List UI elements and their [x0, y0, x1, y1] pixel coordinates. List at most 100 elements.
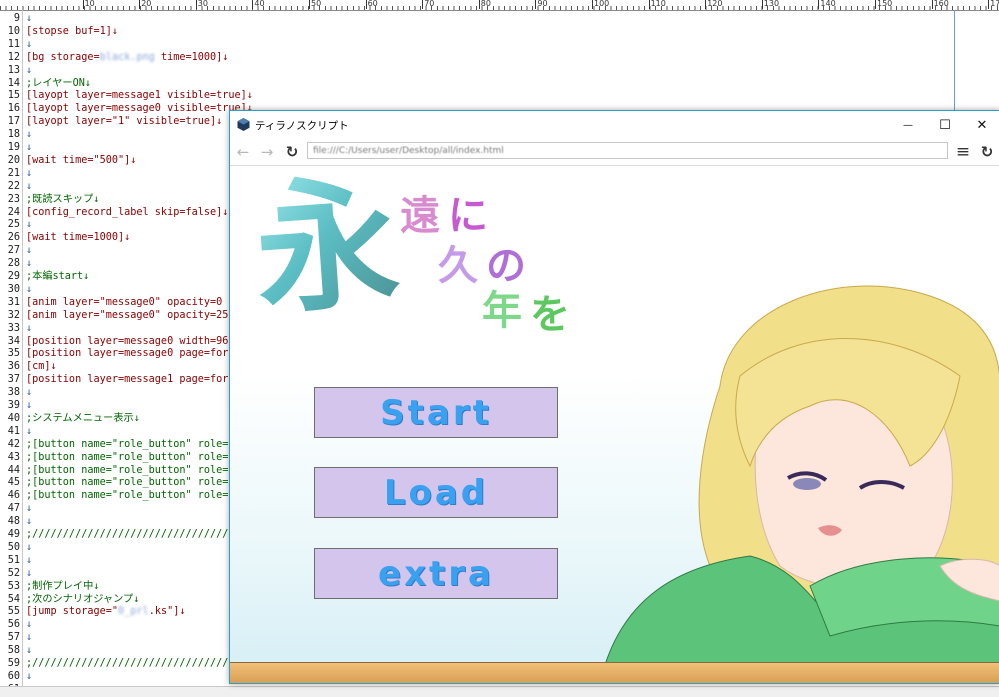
- window-title: ティラノスクリプト: [255, 120, 349, 132]
- back-button[interactable]: ←: [232, 142, 254, 162]
- code-segment: [config_record_label skip=false]↓: [26, 206, 229, 218]
- logo-glyph: 遠: [400, 192, 440, 239]
- code-segment: [anim layer="message0" opacity=0 time: [26, 296, 253, 308]
- code-segment: [wait time=1000]↓: [26, 232, 131, 244]
- logo-main-glyph: 永: [250, 166, 404, 335]
- code-segment: ;[button name="role_button" role="aut: [26, 477, 253, 489]
- code-segment: ;本編start↓: [26, 271, 90, 282]
- close-icon: ✕: [976, 117, 988, 133]
- ruler-tick: 110: [648, 0, 666, 9]
- code-text: ↓: [26, 141, 32, 154]
- line-number: 17: [7, 116, 20, 128]
- code-segment: ;次のシナリオジャンプ↓: [26, 593, 140, 605]
- logo-glyph: 年: [482, 287, 522, 334]
- code-text: [jump storage="0_prl.ks"]↓: [26, 605, 186, 618]
- title-bar[interactable]: ティラノスクリプト — ☐ ✕: [230, 111, 999, 139]
- code-segment: ;[button name="role_button" role="sav: [26, 438, 253, 450]
- line-number: 28: [7, 258, 20, 270]
- code-segment: ↓: [26, 245, 33, 257]
- line-number: 46: [7, 490, 20, 502]
- code-segment: ↓: [26, 400, 33, 411]
- address-text: file:///C:/Users/user/Desktop/all/index.…: [313, 146, 504, 156]
- line-number: 12: [7, 51, 20, 63]
- tyrano-window[interactable]: ティラノスクリプト — ☐ ✕ ← → ↻ file:///C:/Users/u…: [229, 110, 999, 684]
- code-text: ;システムメニュー表示↓: [26, 412, 140, 425]
- arrow-left-icon: ←: [236, 143, 250, 161]
- code-segment: [jump storage=": [26, 606, 119, 618]
- reload-icon: ↻: [980, 143, 994, 161]
- code-segment: ;制作プレイ中↓: [26, 580, 100, 592]
- ruler-tick: 160: [931, 0, 949, 9]
- ruler-tick: 150: [875, 0, 893, 9]
- line-number: 42: [7, 438, 20, 450]
- load-button[interactable]: Load: [314, 467, 558, 518]
- line-number: 19: [7, 142, 20, 153]
- code-text: [wait time="500"]↓: [26, 154, 136, 167]
- code-text: ;////////////////////////////////////: [26, 657, 253, 670]
- character-illustration: [599, 285, 999, 683]
- code-segment: ↓: [26, 38, 33, 50]
- line-number: 58: [7, 645, 20, 657]
- minimize-button[interactable]: —: [890, 111, 926, 139]
- line-number: 26: [7, 232, 20, 244]
- code-segment: ↓: [26, 129, 33, 141]
- line-number: 37: [7, 374, 20, 386]
- code-segment: [wait time="500"]↓: [26, 154, 137, 166]
- code-segment: [layopt layer="1" visible=true]↓: [26, 116, 223, 128]
- line-number: 31: [7, 296, 20, 308]
- ruler-tick: 70: [422, 0, 435, 9]
- code-segment: ;[button name="role_button" role="sk: [26, 464, 247, 476]
- code-segment: ↓: [26, 258, 33, 270]
- code-text: ↓: [26, 425, 32, 438]
- code-text: [position layer=message0 width=960 he: [26, 335, 253, 348]
- code-text: ↓: [26, 257, 32, 270]
- code-text: ;[button name="role_button" role="sk: [26, 464, 247, 477]
- start-button[interactable]: Start: [314, 387, 558, 438]
- code-text: ↓: [26, 670, 32, 683]
- line-number: 16: [7, 103, 20, 115]
- code-text: ;レイヤーON↓: [26, 77, 91, 90]
- line-number: 59: [7, 658, 20, 669]
- line-number: 27: [7, 245, 20, 257]
- code-text: ↓: [26, 554, 32, 567]
- extra-label: extra: [378, 553, 494, 594]
- code-text: [cm]↓: [26, 360, 57, 373]
- maximize-button[interactable]: ☐: [927, 111, 963, 139]
- line-number: 38: [7, 387, 20, 399]
- line-number: 56: [7, 619, 20, 631]
- logo-glyph: の: [486, 242, 526, 289]
- code-segment: ↓: [26, 180, 33, 192]
- code-segment: ↓: [26, 567, 33, 579]
- code-text: ;既読スキップ↓: [26, 193, 99, 206]
- reload-button[interactable]: ↻: [281, 142, 303, 162]
- code-text: [anim layer="message0" opacity=250 t: [26, 309, 247, 322]
- close-button[interactable]: ✕: [964, 111, 999, 139]
- code-segment: ↓: [26, 632, 33, 644]
- address-bar[interactable]: file:///C:/Users/user/Desktop/all/index.…: [307, 142, 948, 159]
- code-text: [wait time=1000]↓: [26, 231, 130, 244]
- ruler-tick: 130: [761, 0, 780, 9]
- forward-button[interactable]: →: [256, 142, 278, 162]
- line-number: 57: [7, 632, 20, 644]
- ruler-tick: 80: [478, 0, 491, 9]
- code-text: [bg storage=black.png time=1000]↓: [26, 51, 228, 64]
- ruler-tick: 10: [82, 0, 95, 9]
- line-number: 23: [7, 193, 20, 205]
- line-number: 9: [13, 13, 20, 24]
- menu-button[interactable]: ≡: [952, 142, 974, 162]
- line-number: 51: [7, 554, 20, 566]
- extra-button[interactable]: extra: [314, 548, 558, 599]
- gutter-divider: [22, 10, 23, 696]
- reload-app-button[interactable]: ↻: [976, 142, 998, 162]
- code-segment: time=1000]↓: [154, 51, 229, 63]
- ruler-tick: 50: [309, 0, 322, 9]
- code-segment: ↓: [26, 13, 33, 24]
- line-number: 47: [7, 503, 20, 515]
- code-text: ↓: [26, 12, 32, 25]
- game-screen[interactable]: 永 遠 に 久 の 年 を Start Load extra: [230, 166, 999, 683]
- code-segment: ↓: [26, 322, 33, 334]
- code-segment: ↓: [26, 541, 33, 553]
- code-segment: ;[button name="role_button" role="loa: [26, 451, 253, 463]
- start-label: Start: [380, 392, 492, 433]
- code-text: ↓: [26, 244, 32, 257]
